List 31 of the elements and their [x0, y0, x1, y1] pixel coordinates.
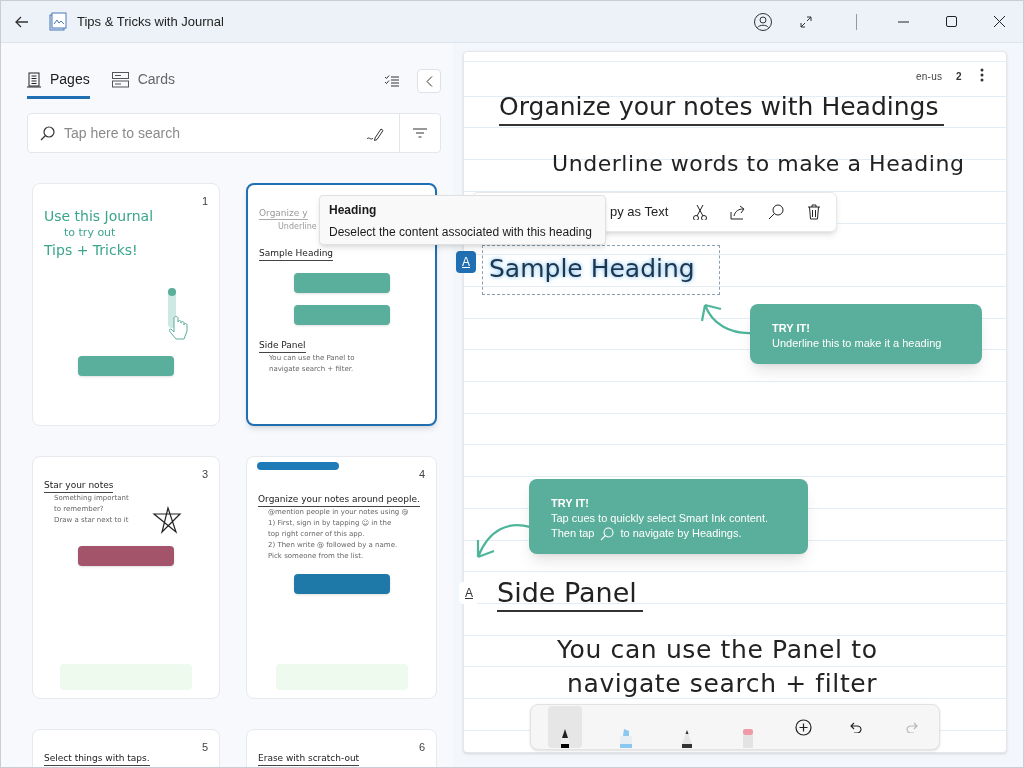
- handwritten-heading: Side Panel: [259, 339, 306, 353]
- handwritten-text: You can use the Panel to: [557, 634, 878, 666]
- handwritten-text: navigate search + filter: [567, 668, 878, 700]
- callout-title: TRY IT!: [551, 496, 590, 511]
- page-number: 4: [418, 467, 425, 482]
- page-number: 1: [201, 194, 208, 209]
- callout-title: TRY IT!: [772, 321, 811, 336]
- handwritten-text: Tips + Tricks!: [44, 241, 138, 260]
- tooltip-title: Heading: [329, 202, 378, 218]
- callout-text: Then tap: [551, 526, 595, 541]
- callout-text: to navigate by Headings.: [620, 526, 742, 541]
- callout-text: Underline this to make it a heading: [772, 336, 943, 351]
- handwritten-heading: Erase with scratch-out: [258, 752, 360, 766]
- page-number: 6: [418, 740, 425, 755]
- handwritten-text: Underline: [278, 221, 317, 233]
- handwritten-heading: Organize your notes around people.: [258, 493, 420, 507]
- page-number: 2: [956, 70, 962, 84]
- handwritten-heading: Organize y: [259, 207, 308, 220]
- language-label: en-us: [916, 70, 943, 84]
- handwritten-heading: Organize your notes with Headings: [499, 90, 945, 126]
- page-number: 5: [201, 740, 208, 755]
- handwritten-text: Underline words to make a Heading: [552, 150, 965, 178]
- handwritten-heading: Star your notes: [44, 479, 114, 493]
- handwritten-heading: Select things with taps.: [44, 752, 150, 766]
- callout-text: Tap cues to quickly select Smart Ink content.: [551, 511, 770, 526]
- page-number: 3: [201, 467, 208, 482]
- handwritten-text: to try out: [63, 226, 117, 240]
- window-title: Tips & Tricks with Journal: [77, 12, 224, 31]
- handwritten-heading: Side Panel: [497, 576, 643, 612]
- handwritten-text: Use this Journal: [44, 207, 154, 226]
- handwritten-heading: Sample Heading: [259, 247, 334, 261]
